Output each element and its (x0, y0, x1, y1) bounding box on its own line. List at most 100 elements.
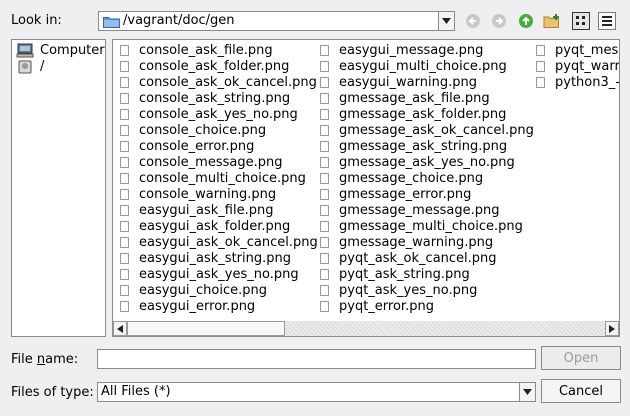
file-icon (320, 76, 329, 88)
file-list[interactable]: console_ask_file.png console_ask_folder.p… (112, 39, 620, 337)
file-icon (320, 236, 329, 248)
scroll-left-icon[interactable] (113, 321, 127, 336)
computer-icon (16, 43, 34, 57)
file-name-label: File name: (11, 352, 79, 367)
file-icon (120, 252, 129, 264)
file-item[interactable]: pyqt_warr (532, 58, 619, 74)
file-icon (120, 236, 129, 248)
scroll-thumb[interactable] (127, 321, 285, 336)
files-of-type-label: Files of type: (11, 385, 94, 400)
file-item[interactable]: console_warning.png (116, 186, 318, 202)
file-name: easygui_multi_choice.png (339, 58, 507, 74)
file-icon (536, 44, 545, 56)
file-name: python3_- (555, 74, 620, 90)
file-item[interactable]: console_choice.png (116, 122, 318, 138)
file-name: easygui_ask_file.png (139, 202, 274, 218)
file-item[interactable]: console_ask_yes_no.png (116, 106, 318, 122)
file-icon (320, 252, 329, 264)
file-item[interactable]: console_ask_folder.png (116, 58, 318, 74)
sidebar-item-label: / (40, 58, 45, 74)
file-item[interactable]: gmessage_message.png (316, 202, 534, 218)
file-name: console_multi_choice.png (139, 170, 306, 186)
file-item[interactable]: console_message.png (116, 154, 318, 170)
horizontal-scrollbar[interactable] (113, 321, 619, 336)
file-column: console_ask_file.png console_ask_folder.p… (116, 42, 318, 314)
scroll-right-icon[interactable] (605, 321, 619, 336)
file-item[interactable]: gmessage_choice.png (316, 170, 534, 186)
file-name: console_ask_yes_no.png (139, 106, 298, 122)
file-item[interactable]: gmessage_ask_ok_cancel.png (316, 122, 534, 138)
chevron-down-icon[interactable] (519, 383, 535, 401)
file-item[interactable]: python3_- (532, 74, 620, 90)
sidebar-item-computer[interactable]: Computer (16, 42, 105, 58)
file-icon (120, 44, 129, 56)
look-in-path: /vagrant/doc/gen (123, 13, 235, 28)
file-item[interactable]: gmessage_ask_file.png (316, 90, 534, 106)
file-icon (320, 92, 329, 104)
file-item[interactable]: gmessage_ask_string.png (316, 138, 534, 154)
file-name: gmessage_choice.png (339, 170, 484, 186)
file-icon (320, 108, 329, 120)
file-name: gmessage_ask_folder.png (339, 106, 507, 122)
file-icon (120, 92, 129, 104)
file-item[interactable]: gmessage_ask_folder.png (316, 106, 534, 122)
file-item[interactable]: pyqt_error.png (316, 298, 534, 314)
file-icon (120, 220, 129, 232)
file-item[interactable]: console_error.png (116, 138, 318, 154)
file-icon (320, 268, 329, 280)
file-item[interactable]: easygui_ask_file.png (116, 202, 318, 218)
file-name: console_ask_ok_cancel.png (139, 74, 317, 90)
look-in-combo[interactable]: /vagrant/doc/gen (98, 11, 455, 31)
new-folder-icon[interactable] (543, 12, 561, 30)
file-name: easygui_choice.png (139, 282, 268, 298)
file-item[interactable]: easygui_error.png (116, 298, 318, 314)
file-item[interactable]: pyqt_ask_string.png (316, 266, 534, 282)
file-item[interactable]: gmessage_multi_choice.png (316, 218, 534, 234)
file-item[interactable]: easygui_ask_string.png (116, 250, 318, 266)
drive-icon (18, 60, 32, 73)
chevron-down-icon[interactable] (438, 12, 454, 30)
file-item[interactable]: easygui_warning.png (316, 74, 534, 90)
file-item[interactable]: console_ask_ok_cancel.png (116, 74, 318, 90)
file-name: easygui_ask_folder.png (139, 218, 291, 234)
file-name: pyqt_ask_yes_no.png (339, 282, 478, 298)
file-column: easygui_message.png easygui_multi_choice.… (316, 42, 534, 314)
file-item[interactable]: easygui_ask_ok_cancel.png (116, 234, 318, 250)
file-item[interactable]: pyqt_mess (532, 42, 619, 58)
file-name-input[interactable] (97, 349, 536, 369)
file-icon (120, 156, 129, 168)
list-view-icon[interactable] (572, 12, 590, 30)
file-item[interactable]: pyqt_ask_ok_cancel.png (316, 250, 534, 266)
file-item[interactable]: console_ask_file.png (116, 42, 318, 58)
file-name: pyqt_ask_string.png (339, 266, 470, 282)
file-icon (320, 204, 329, 216)
detail-view-icon[interactable] (598, 12, 616, 30)
file-item[interactable]: console_multi_choice.png (116, 170, 318, 186)
file-item[interactable]: console_ask_string.png (116, 90, 318, 106)
file-item[interactable]: gmessage_error.png (316, 186, 534, 202)
sidebar-item-root[interactable]: / (16, 58, 44, 74)
file-item[interactable]: easygui_ask_folder.png (116, 218, 318, 234)
file-item[interactable]: easygui_message.png (316, 42, 534, 58)
file-icon (536, 60, 545, 72)
file-item[interactable]: gmessage_ask_yes_no.png (316, 154, 534, 170)
file-icon (120, 124, 129, 136)
file-item[interactable]: pyqt_ask_yes_no.png (316, 282, 534, 298)
cancel-button[interactable]: Cancel (541, 379, 621, 403)
open-button[interactable]: Open (541, 346, 621, 370)
folder-icon (103, 17, 120, 28)
files-of-type-select[interactable]: All Files (*) (97, 382, 536, 402)
back-icon[interactable] (464, 12, 482, 30)
file-item[interactable]: easygui_ask_yes_no.png (116, 266, 318, 282)
file-item[interactable]: easygui_choice.png (116, 282, 318, 298)
file-item[interactable]: easygui_multi_choice.png (316, 58, 534, 74)
file-name: console_ask_file.png (139, 42, 273, 58)
file-name: console_message.png (139, 154, 283, 170)
forward-icon[interactable] (490, 12, 508, 30)
file-item[interactable]: gmessage_warning.png (316, 234, 534, 250)
parent-folder-icon[interactable] (517, 12, 535, 30)
file-name: gmessage_ask_ok_cancel.png (339, 122, 534, 138)
file-name: gmessage_warning.png (339, 234, 494, 250)
file-name: easygui_ask_ok_cancel.png (139, 234, 318, 250)
file-name: gmessage_error.png (339, 186, 472, 202)
